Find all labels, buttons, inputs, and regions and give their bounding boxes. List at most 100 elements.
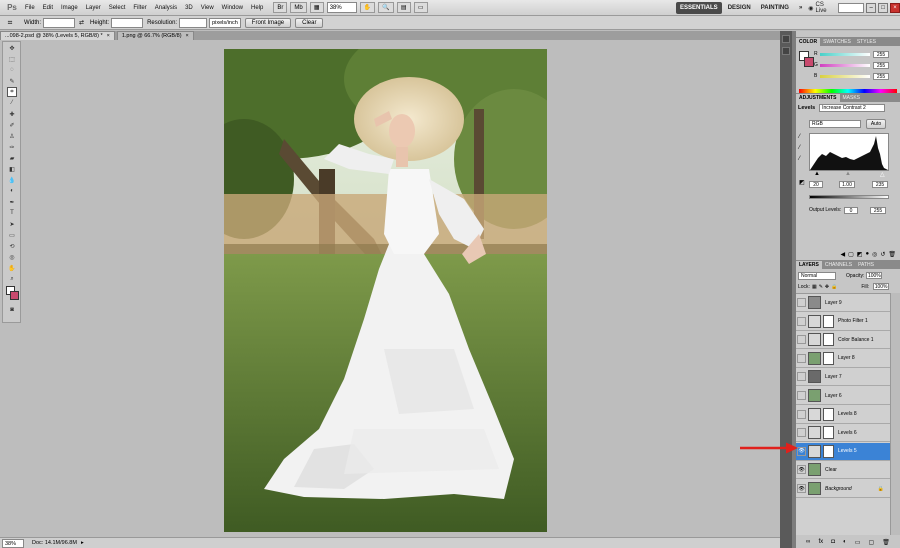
status-zoom-field[interactable]: 38% bbox=[2, 538, 24, 548]
layer-visibility-eye-icon[interactable] bbox=[797, 409, 806, 419]
green-slider[interactable] bbox=[820, 63, 870, 67]
dodge-tool-icon[interactable]: ◐ bbox=[7, 186, 17, 196]
layer-mask-thumbnail[interactable] bbox=[823, 333, 834, 347]
layer-visibility-eye-icon[interactable] bbox=[797, 316, 806, 326]
menu-edit[interactable]: Edit bbox=[39, 5, 57, 11]
layer-mask-thumbnail[interactable] bbox=[823, 426, 834, 440]
status-menu-arrow-icon[interactable]: ▸ bbox=[81, 540, 84, 546]
menu-3d[interactable]: 3D bbox=[181, 5, 197, 11]
menu-select[interactable]: Select bbox=[105, 5, 130, 11]
menu-layer[interactable]: Layer bbox=[82, 5, 105, 11]
tab-layers[interactable]: LAYERS bbox=[796, 261, 822, 269]
close-tab-icon[interactable]: × bbox=[107, 32, 110, 40]
layer-mask-thumbnail[interactable] bbox=[823, 407, 834, 421]
levels-channel-select[interactable]: RGB bbox=[809, 120, 861, 128]
background-color-swatch[interactable] bbox=[10, 291, 19, 300]
height-input[interactable] bbox=[111, 17, 144, 28]
lock-pixels-icon[interactable]: ✎ bbox=[819, 284, 823, 290]
tab-styles[interactable]: STYLES bbox=[854, 38, 879, 46]
gray-input-handle-icon[interactable]: ▲ bbox=[845, 171, 851, 177]
tab-color[interactable]: COLOR bbox=[796, 38, 821, 46]
workspace-more-button[interactable]: » bbox=[795, 5, 806, 11]
output-levels-gradient[interactable] bbox=[809, 195, 889, 199]
layer-style-icon[interactable]: fx bbox=[818, 539, 823, 545]
eyedropper-tool-icon[interactable]: ⁄ bbox=[7, 98, 17, 108]
layer-visibility-eye-icon[interactable] bbox=[797, 353, 806, 363]
layer-row[interactable]: Layer 9 bbox=[796, 294, 890, 312]
return-to-list-icon[interactable]: ◀ bbox=[841, 251, 846, 258]
clear-button[interactable]: Clear bbox=[295, 17, 324, 28]
layer-row[interactable]: Levels 8 bbox=[796, 406, 890, 424]
opacity-field[interactable]: 100% bbox=[866, 272, 883, 279]
actions-panel-icon[interactable] bbox=[782, 47, 790, 55]
gray-point-eyedropper-icon[interactable]: ⁄ bbox=[799, 145, 806, 152]
quick-mask-icon[interactable]: ◙ bbox=[7, 305, 17, 315]
delete-layer-icon[interactable]: 🗑 bbox=[882, 539, 890, 546]
cs-live-button[interactable]: ◉ CS Live bbox=[808, 2, 836, 14]
layer-row[interactable]: Layer 6 bbox=[796, 387, 890, 405]
screen-mode-button[interactable]: ▭ bbox=[413, 2, 428, 13]
clip-icon[interactable]: ◩ bbox=[857, 251, 863, 258]
layers-scrollbar[interactable] bbox=[890, 293, 900, 535]
layer-row[interactable]: Layer 7 bbox=[796, 368, 890, 387]
minimize-button[interactable]: – bbox=[866, 3, 877, 13]
document-tab-active[interactable]: ...098-2.psd @ 38% (Levels 5, RGB/8) * × bbox=[0, 31, 115, 40]
layer-visibility-eye-icon[interactable]: 👁 bbox=[797, 484, 806, 493]
tab-channels[interactable]: CHANNELS bbox=[822, 261, 855, 269]
input-white-field[interactable]: 235 bbox=[872, 181, 888, 188]
white-input-handle-icon[interactable]: △ bbox=[880, 171, 885, 178]
previous-state-icon[interactable]: ◎ bbox=[872, 251, 877, 258]
tab-masks[interactable]: MASKS bbox=[840, 94, 864, 102]
hand-tool-button[interactable]: ✋ bbox=[359, 2, 376, 13]
move-tool-icon[interactable]: ✥ bbox=[7, 43, 17, 53]
input-levels-slider[interactable]: ▲ ▲ △ bbox=[809, 171, 889, 178]
hand-tool-icon[interactable]: ✋ bbox=[7, 263, 17, 273]
close-tab-icon[interactable]: × bbox=[186, 32, 189, 40]
lock-transparent-icon[interactable]: ▦ bbox=[812, 284, 817, 290]
menu-analysis[interactable]: Analysis bbox=[151, 5, 181, 11]
lock-position-icon[interactable]: ✥ bbox=[825, 284, 829, 290]
healing-brush-tool-icon[interactable]: ✚ bbox=[7, 109, 17, 119]
tab-adjustments[interactable]: ADJUSTMENTS bbox=[796, 94, 840, 102]
layer-visibility-eye-icon[interactable]: 👁 bbox=[797, 465, 806, 475]
new-layer-icon[interactable]: ▢ bbox=[868, 539, 874, 546]
green-value-field[interactable]: 255 bbox=[873, 61, 889, 69]
expanded-view-icon[interactable]: ▢ bbox=[848, 251, 854, 258]
crop-tool-icon[interactable]: ⌗ bbox=[7, 87, 17, 97]
document-canvas-photo[interactable] bbox=[224, 49, 547, 532]
levels-auto-button[interactable]: Auto bbox=[866, 119, 886, 129]
layer-row[interactable]: 👁 Background 🔒 bbox=[796, 480, 890, 498]
reset-icon[interactable]: ↺ bbox=[880, 251, 885, 258]
input-black-field[interactable]: 20 bbox=[809, 181, 823, 188]
red-slider[interactable] bbox=[820, 52, 870, 56]
layer-row[interactable]: Color Balance 1 bbox=[796, 331, 890, 350]
black-point-eyedropper-icon[interactable]: ⁄ bbox=[799, 134, 806, 141]
view-extras-button[interactable]: ▦ bbox=[309, 2, 324, 13]
layer-visibility-eye-icon[interactable] bbox=[797, 298, 806, 307]
layer-row[interactable]: Levels 6 bbox=[796, 424, 890, 443]
path-selection-tool-icon[interactable]: ➤ bbox=[7, 219, 17, 229]
workspace-design-button[interactable]: DESIGN bbox=[724, 5, 755, 11]
close-window-button[interactable]: × bbox=[890, 3, 900, 13]
layer-row[interactable]: 👁 Levels 5 bbox=[796, 442, 890, 461]
layer-mask-thumbnail[interactable] bbox=[823, 444, 834, 458]
history-brush-tool-icon[interactable]: ✑ bbox=[7, 142, 17, 152]
zoom-level-field[interactable]: 38% bbox=[326, 2, 357, 13]
menu-filter[interactable]: Filter bbox=[129, 5, 150, 11]
maximize-button[interactable]: □ bbox=[878, 3, 889, 13]
add-mask-icon[interactable]: ◘ bbox=[831, 539, 835, 545]
resolution-input[interactable] bbox=[179, 17, 208, 28]
fill-field[interactable]: 100% bbox=[873, 283, 890, 290]
layer-visibility-eye-icon[interactable] bbox=[797, 372, 806, 382]
output-black-field[interactable]: 0 bbox=[844, 207, 858, 214]
levels-preset-select[interactable]: Increase Contrast 2 bbox=[819, 104, 886, 112]
cs-live-search[interactable] bbox=[838, 3, 865, 13]
blue-value-field[interactable]: 255 bbox=[873, 72, 889, 80]
brush-tool-icon[interactable]: ✐ bbox=[7, 120, 17, 130]
front-image-button[interactable]: Front Image bbox=[244, 17, 292, 28]
layer-mask-thumbnail[interactable] bbox=[823, 314, 834, 328]
clip-to-layer-icon[interactable]: ◩ bbox=[799, 179, 805, 186]
clone-stamp-tool-icon[interactable]: ♙ bbox=[7, 131, 17, 141]
layer-visibility-eye-icon[interactable] bbox=[797, 428, 806, 438]
lasso-tool-icon[interactable]: ◌ bbox=[7, 65, 17, 75]
